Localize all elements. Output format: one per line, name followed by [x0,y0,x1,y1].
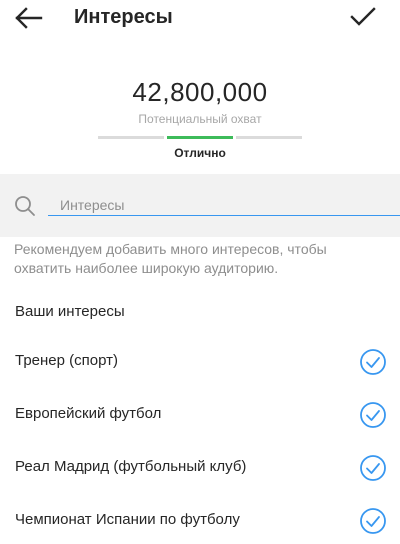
interest-item[interactable]: Европейский футбол [0,394,400,434]
interests-search-input[interactable] [48,194,400,216]
reach-meter [98,136,302,139]
top-bar: Интересы [0,0,400,34]
interest-item[interactable]: Чемпионат Испании по футболу [0,500,400,540]
check-circle-icon[interactable] [359,507,387,535]
check-circle-icon[interactable] [359,348,387,376]
interest-label: Тренер (спорт) [15,352,118,369]
potential-reach-label: Потенциальный охват [138,112,262,126]
interest-item[interactable]: Тренер (спорт) [0,341,400,381]
check-circle-icon[interactable] [359,454,387,482]
interest-item[interactable]: Реал Мадрид (футбольный клуб) [0,447,400,487]
arrow-left-icon[interactable] [14,6,44,30]
check-circle-icon[interactable] [359,401,387,429]
page-title: Интересы [74,6,173,28]
search-bar [0,174,400,237]
interests-screen: Интересы 42,800,000 Потенциальный охват … [0,0,400,544]
interest-label: Реал Мадрид (футбольный клуб) [15,458,247,475]
reach-status: Отлично [174,146,226,160]
meter-segment [236,136,302,139]
meter-segment [98,136,164,139]
checkmark-icon[interactable] [350,6,376,28]
meter-segment [167,136,233,139]
search-icon [15,196,35,216]
interest-label: Европейский футбол [15,405,162,422]
your-interests-heading: Ваши интересы [15,303,125,320]
potential-reach-value: 42,800,000 [132,77,268,107]
recommendation-text: Рекомендуем добавить много интересов, чт… [14,241,327,276]
interest-label: Чемпионат Испании по футболу [15,511,240,528]
